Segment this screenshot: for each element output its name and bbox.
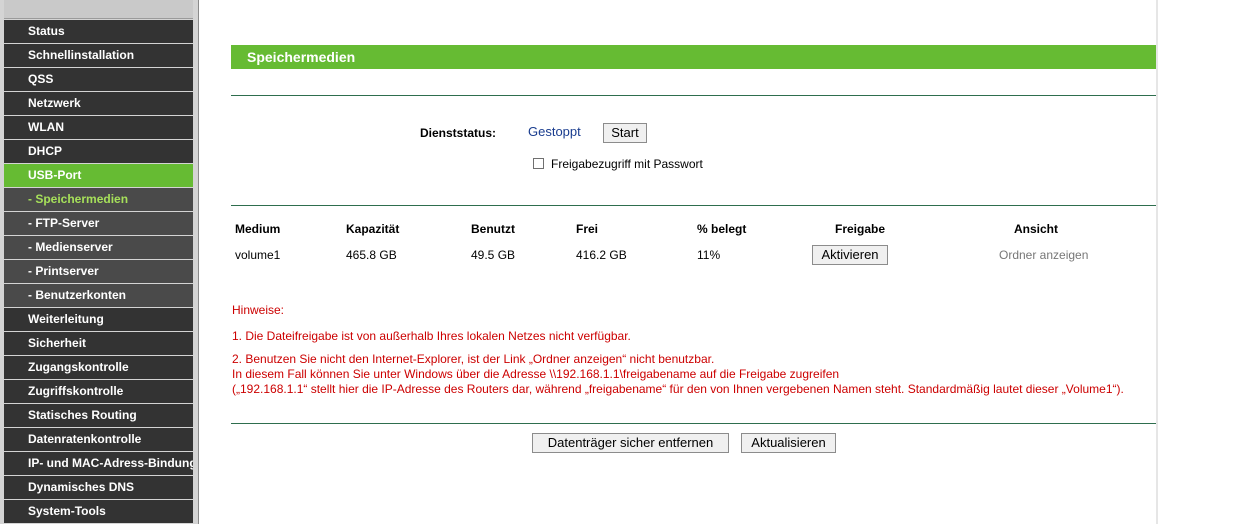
password-checkbox-label: Freigabezugriff mit Passwort [551,157,703,171]
col-header-capacity: Kapazität [346,222,400,236]
activate-share-button[interactable]: Aktivieren [812,245,888,265]
note-line-2a: 2. Benutzen Sie nicht den Internet-Explo… [232,352,715,366]
page-title: Speichermedien [231,45,1157,69]
sidebar-item-wlan[interactable]: WLAN [4,116,193,139]
sidebar: Status Schnellinstallation QSS Netzwerk … [0,0,199,524]
safely-remove-button[interactable]: Datenträger sicher entfernen [532,433,729,453]
note-line-2b: In diesem Fall können Sie unter Windows … [232,367,840,381]
start-button[interactable]: Start [603,123,647,143]
sidebar-item-weiterleitung[interactable]: Weiterleitung [4,308,193,331]
sidebar-top-strip [4,0,193,19]
sidebar-item-ip-mac-bindung[interactable]: IP- und MAC-Adress-Bindung [4,452,193,475]
sidebar-subitem-medienserver[interactable]: - Medienserver [4,236,193,259]
sidebar-item-dhcp[interactable]: DHCP [4,140,193,163]
sidebar-item-status[interactable]: Status [4,20,193,43]
sidebar-item-statisches-routing[interactable]: Statisches Routing [4,404,193,427]
sidebar-subitem-benutzerkonten[interactable]: - Benutzerkonten [4,284,193,307]
note-line-2c: („192.168.1.1“ stellt hier die IP-Adress… [232,382,1124,396]
col-header-medium: Medium [235,222,281,236]
col-header-used: Benutzt [471,222,515,236]
sidebar-item-netzwerk[interactable]: Netzwerk [4,92,193,115]
password-checkbox[interactable] [533,158,544,169]
refresh-button[interactable]: Aktualisieren [741,433,836,453]
divider-top [231,95,1157,96]
cell-used: 49.5 GB [471,248,516,262]
note-line-1: 1. Die Dateifreigabe ist von außerhalb I… [232,329,631,343]
cell-medium: volume1 [235,248,281,262]
sidebar-item-zugriffskontrolle[interactable]: Zugriffskontrolle [4,380,193,403]
col-header-view: Ansicht [1014,222,1059,236]
col-header-free: Frei [576,222,599,236]
cell-capacity: 465.8 GB [346,248,397,262]
sidebar-item-sicherheit[interactable]: Sicherheit [4,332,193,355]
cell-free: 416.2 GB [576,248,627,262]
col-header-percent-used: % belegt [697,222,747,236]
sidebar-item-zugangskontrolle[interactable]: Zugangskontrolle [4,356,193,379]
sidebar-subitem-ftp-server[interactable]: - FTP-Server [4,212,193,235]
divider-middle [231,205,1157,206]
divider-bottom [231,423,1157,424]
sidebar-item-system-tools[interactable]: System-Tools [4,500,193,523]
open-folder-link[interactable]: Ordner anzeigen [999,248,1088,262]
sidebar-subitem-speichermedien[interactable]: - Speichermedien [4,188,193,211]
page-background-right [1158,0,1258,524]
notes-heading: Hinweise: [232,303,285,317]
service-status-value: Gestoppt [528,124,581,139]
sidebar-item-usb-port[interactable]: USB-Port [4,164,193,187]
sidebar-subitem-printserver[interactable]: - Printserver [4,260,193,283]
sidebar-item-dynamisches-dns[interactable]: Dynamisches DNS [4,476,193,499]
sidebar-item-schnellinstallation[interactable]: Schnellinstallation [4,44,193,67]
sidebar-item-qss[interactable]: QSS [4,68,193,91]
service-status-label: Dienststatus: [420,126,497,140]
cell-percent-used: 11% [697,248,721,262]
sidebar-menu: Status Schnellinstallation QSS Netzwerk … [4,20,193,524]
col-header-share: Freigabe [835,222,886,236]
sidebar-item-datenratenkontrolle[interactable]: Datenratenkontrolle [4,428,193,451]
